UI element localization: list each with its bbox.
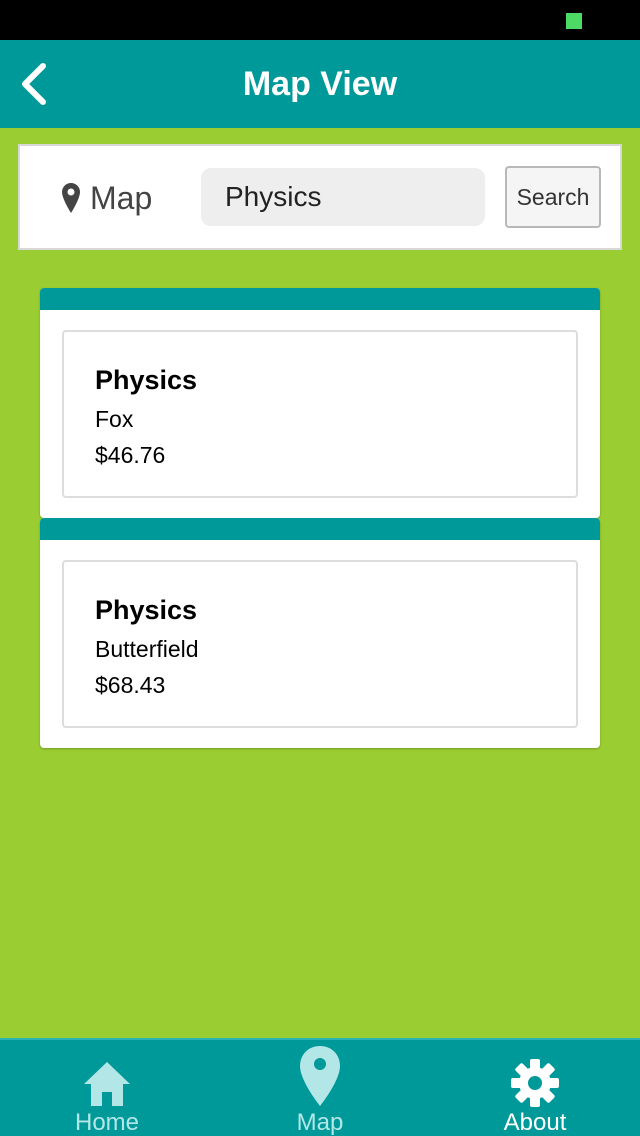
tab-map-label: Map <box>296 1109 344 1136</box>
results-list: Physics Fox $46.76 Physics Butterfield $… <box>40 288 600 748</box>
card-header <box>40 518 600 540</box>
tab-home-label: Home <box>74 1109 140 1136</box>
navigation-bar: Map View <box>0 40 640 128</box>
course-price: $46.76 <box>95 442 166 468</box>
status-bar <box>0 0 640 40</box>
tab-about-label: About <box>503 1109 567 1136</box>
result-card[interactable]: Physics Butterfield $68.43 <box>40 518 600 748</box>
tab-map[interactable]: Map <box>230 1040 410 1136</box>
home-icon <box>84 1062 130 1106</box>
card-body: Physics Fox $46.76 <box>40 310 600 518</box>
card-content: Physics Fox $46.76 <box>62 330 578 498</box>
search-input[interactable] <box>201 168 485 226</box>
map-label-text: Map <box>90 179 153 216</box>
course-building: Butterfield <box>95 636 199 662</box>
course-price: $68.43 <box>95 672 166 698</box>
course-title: Physics <box>95 365 198 395</box>
card-body: Physics Butterfield $68.43 <box>40 540 600 748</box>
battery-icon <box>566 13 582 29</box>
course-title: Physics <box>95 595 198 625</box>
card-content: Physics Butterfield $68.43 <box>62 560 578 728</box>
search-panel: Map Search <box>18 144 622 250</box>
tab-home[interactable]: Home <box>17 1040 197 1136</box>
course-building: Fox <box>95 406 134 432</box>
tab-about[interactable]: About <box>445 1040 625 1136</box>
search-button[interactable]: Search <box>505 166 601 228</box>
chevron-left-icon <box>22 63 46 105</box>
gear-icon <box>511 1059 559 1107</box>
map-pin-icon <box>62 183 80 213</box>
result-card[interactable]: Physics Fox $46.76 <box>40 288 600 518</box>
card-header <box>40 288 600 310</box>
back-button[interactable] <box>10 60 58 108</box>
map-pin-icon <box>300 1046 340 1106</box>
tab-bar: Home Map About <box>0 1038 640 1136</box>
map-location-label: Map <box>62 176 152 220</box>
page-title: Map View <box>242 65 398 103</box>
